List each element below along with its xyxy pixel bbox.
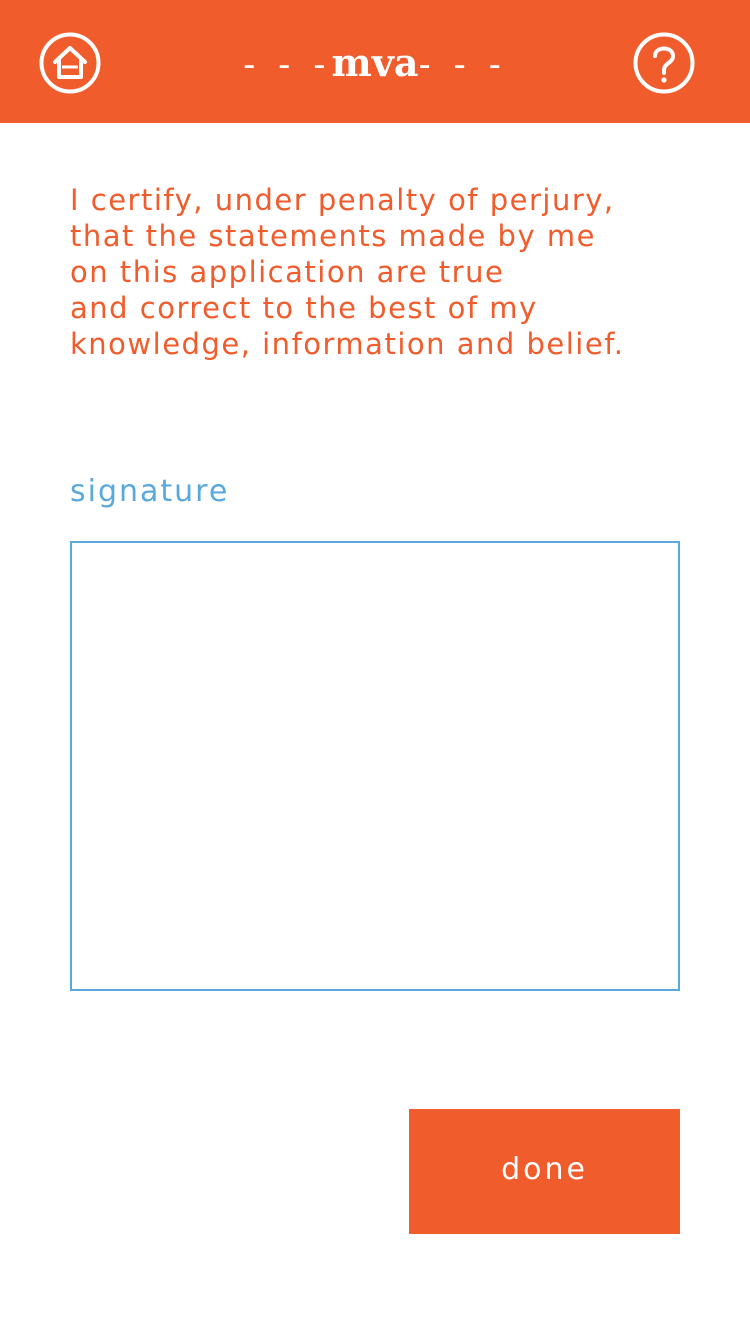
statement-line: knowledge, information and belief. (70, 327, 625, 361)
help-icon (633, 32, 695, 94)
title-dashes-right: - - - (418, 45, 507, 85)
title-dashes-left: - - - (243, 45, 332, 85)
statement-line: and correct to the best of my (70, 291, 538, 325)
title-text: mva (331, 40, 419, 85)
signature-pad[interactable] (70, 541, 680, 991)
statement-line: on this application are true (70, 255, 505, 289)
help-button[interactable] (633, 32, 695, 94)
done-button[interactable]: done (409, 1109, 680, 1234)
certification-statement: I certify, under penalty of perjury, tha… (70, 182, 700, 362)
signature-label: signature (70, 474, 230, 509)
statement-line: that the statements made by me (70, 219, 596, 253)
app-header: - - -mva- - - (0, 0, 750, 123)
statement-line: I certify, under penalty of perjury, (70, 183, 615, 217)
